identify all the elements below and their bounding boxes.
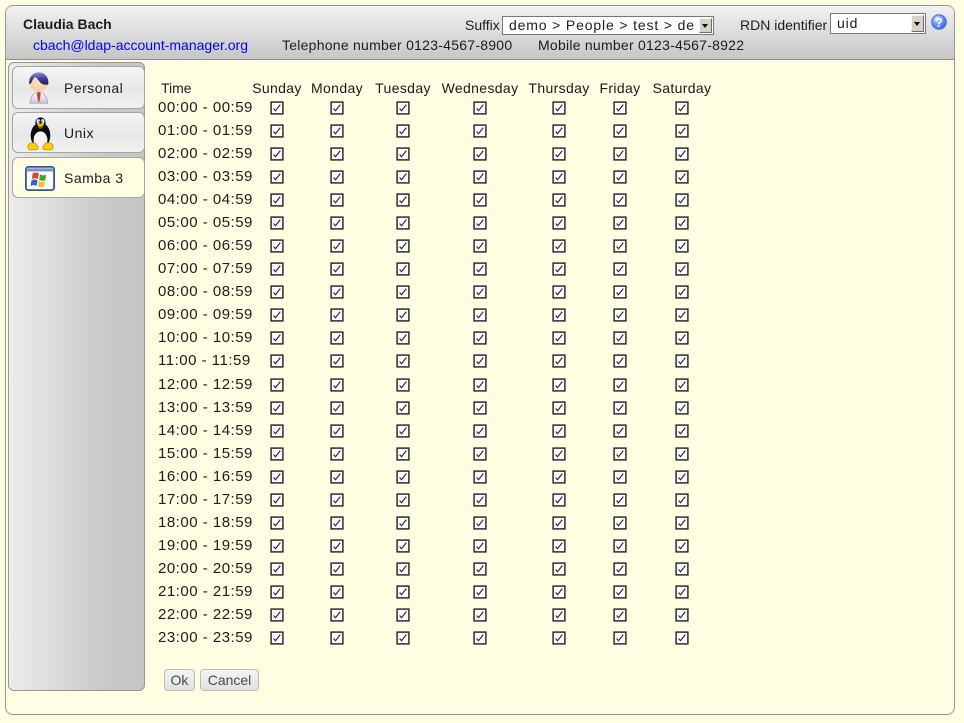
- svg-text:?: ?: [935, 15, 943, 30]
